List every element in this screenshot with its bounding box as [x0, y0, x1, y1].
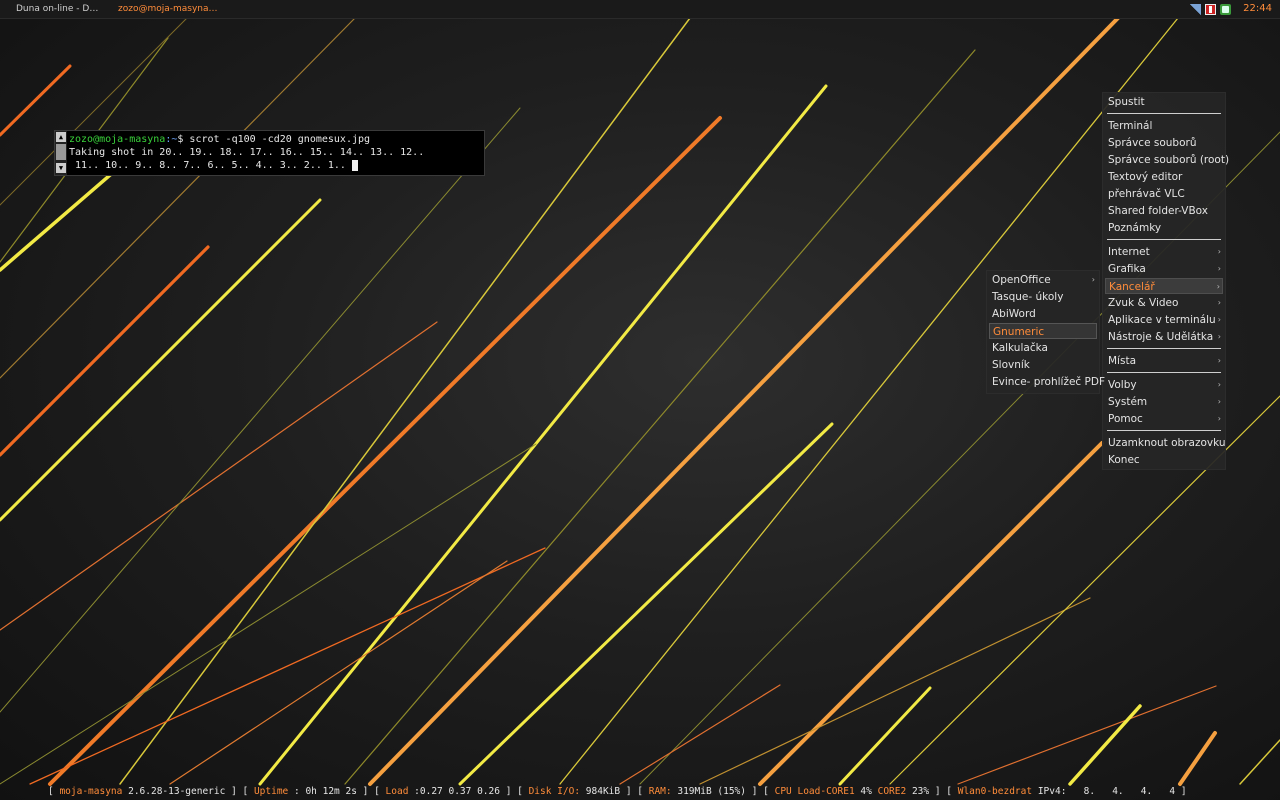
system-tray: 22:44: [1190, 0, 1272, 18]
menu-item-label: Nástroje & Udělátka: [1108, 331, 1214, 343]
uptime-label: Uptime: [253, 786, 289, 797]
submenu-item-tasque[interactable]: Tasque- úkoly: [989, 289, 1097, 305]
scrollbar-thumb[interactable]: [56, 144, 66, 160]
menu-separator: [1107, 430, 1221, 431]
output-line-2: 11.. 10.. 9.. 8.. 7.. 6.. 5.. 4.. 3.. 2.…: [69, 160, 352, 171]
disk-value: 984KiB: [585, 786, 621, 797]
chevron-right-icon: ›: [1091, 275, 1095, 284]
menu-item-system[interactable]: Systém ›: [1105, 394, 1223, 410]
desktop-wallpaper: [0, 4, 1280, 786]
menu-item-label: OpenOffice: [992, 274, 1051, 286]
scroll-up-icon[interactable]: ▲: [56, 132, 66, 142]
submenu-item-gnumeric[interactable]: Gnumeric: [989, 323, 1097, 339]
terminal-output: zozo@moja-masyna:~$ scrot -q100 -cd20 gn…: [69, 133, 424, 172]
chevron-right-icon: ›: [1217, 298, 1221, 307]
menu-separator: [1107, 113, 1221, 114]
chevron-right-icon: ›: [1217, 380, 1221, 389]
signal-icon[interactable]: [1190, 3, 1202, 15]
core1-value: 4%: [860, 786, 872, 797]
menu-item-lock-screen[interactable]: Uzamknout obrazovku: [1105, 435, 1226, 451]
wlan-label: Wlan0-bezdrat: [957, 786, 1033, 797]
menu-item-label: Internet: [1108, 246, 1150, 258]
root-menu: Spustit Terminál Správce souborů Správce…: [1102, 92, 1229, 470]
ipv4-value: 8. 4. 4. 4: [1083, 786, 1176, 797]
load-label: Load: [385, 786, 409, 797]
menu-item-label: Systém: [1108, 396, 1148, 408]
ram-value: 319MiB (15%): [677, 786, 746, 797]
chevron-right-icon: ›: [1216, 282, 1220, 291]
menu-separator: [1107, 348, 1221, 349]
taskbar-item-browser[interactable]: Duna on-line - D…: [12, 0, 116, 18]
network-monitor-icon[interactable]: [1205, 3, 1217, 15]
chevron-right-icon: ›: [1217, 315, 1221, 324]
taskbar-item-terminal[interactable]: zozo@moja-masyna…: [114, 0, 218, 18]
submenu-item-openoffice[interactable]: OpenOffice ›: [989, 272, 1097, 288]
disk-label: Disk I/O:: [528, 786, 581, 797]
chevron-right-icon: ›: [1217, 247, 1221, 256]
menu-item-sound-video[interactable]: Zvuk & Video ›: [1105, 295, 1223, 311]
command-text: scrot -q100 -cd20 gnomesux.jpg: [189, 134, 371, 145]
menu-item-preferences[interactable]: Volby ›: [1105, 377, 1223, 393]
load-value: 0.27 0.37 0.26: [419, 786, 500, 797]
menu-item-label: Místa: [1108, 355, 1136, 367]
submenu-item-dictionary[interactable]: Slovník: [989, 357, 1097, 373]
menu-item-label: Grafika: [1108, 263, 1146, 275]
clock[interactable]: 22:44: [1243, 0, 1272, 18]
menu-item-label: Aplikace v terminálu: [1108, 314, 1216, 326]
core2-label: CORE2: [877, 786, 907, 797]
scroll-down-icon[interactable]: ▼: [56, 163, 66, 173]
prompt-path: :~: [165, 134, 178, 145]
office-submenu: OpenOffice › Tasque- úkoly AbiWord Gnumer…: [986, 270, 1105, 394]
menu-item-notes[interactable]: Poznámky: [1105, 220, 1223, 236]
chevron-right-icon: ›: [1217, 397, 1221, 406]
submenu-item-evince[interactable]: Evince- prohlížeč PDF: [989, 374, 1105, 390]
menu-separator: [1107, 372, 1221, 373]
submenu-item-abiword[interactable]: AbiWord: [989, 306, 1097, 322]
menu-item-file-manager[interactable]: Správce souborů: [1105, 135, 1223, 151]
uptime-value: 0h 12m 2s: [305, 786, 357, 797]
menu-item-tools[interactable]: Nástroje & Udělátka ›: [1105, 329, 1223, 345]
menu-item-text-editor[interactable]: Textový editor: [1105, 169, 1223, 185]
cpu-label: CPU Load-CORE1: [774, 786, 855, 797]
top-panel: Duna on-line - D… zozo@moja-masyna… 22:4…: [0, 0, 1280, 19]
menu-item-terminal-apps[interactable]: Aplikace v terminálu ›: [1105, 312, 1223, 328]
kernel-version: 2.6.28-13-generic: [128, 786, 226, 797]
output-line-1: Taking shot in 20.. 19.. 18.. 17.. 16.. …: [69, 147, 425, 158]
menu-item-spustit[interactable]: Spustit: [1105, 94, 1223, 110]
menu-item-places[interactable]: Místa ›: [1105, 353, 1223, 369]
menu-item-graphics[interactable]: Grafika ›: [1105, 261, 1223, 277]
chevron-right-icon: ›: [1217, 414, 1221, 423]
menu-item-vlc[interactable]: přehrávač VLC: [1105, 186, 1223, 202]
menu-item-shared-folder[interactable]: Shared folder-VBox: [1105, 203, 1223, 219]
ipv4-label: IPv4:: [1037, 786, 1067, 797]
menu-item-internet[interactable]: Internet ›: [1105, 244, 1223, 260]
menu-item-terminal[interactable]: Terminál: [1105, 118, 1223, 134]
menu-item-label: Volby: [1108, 379, 1137, 391]
terminal-window[interactable]: ▲ ▼ zozo@moja-masyna:~$ scrot -q100 -cd2…: [54, 130, 485, 176]
status-bar: [ moja-masyna 2.6.28-13-generic ] [ Upti…: [48, 786, 1187, 797]
terminal-scrollbar[interactable]: ▲ ▼: [55, 131, 67, 175]
prompt-symbol: $: [177, 134, 190, 145]
menu-separator: [1107, 239, 1221, 240]
menu-item-label: Zvuk & Video: [1108, 297, 1179, 309]
terminal-cursor: [351, 159, 358, 171]
hostname: moja-masyna: [59, 786, 123, 797]
menu-item-file-manager-root[interactable]: Správce souborů (root): [1105, 152, 1229, 168]
ram-label: RAM:: [648, 786, 672, 797]
update-icon[interactable]: [1220, 3, 1232, 15]
menu-item-label: Pomoc: [1108, 413, 1143, 425]
submenu-item-calculator[interactable]: Kalkulačka: [989, 340, 1097, 356]
menu-item-office[interactable]: Kancelář ›: [1105, 278, 1223, 294]
menu-item-help[interactable]: Pomoc ›: [1105, 411, 1223, 427]
menu-item-logout[interactable]: Konec: [1105, 452, 1223, 468]
menu-item-label: Kancelář: [1109, 281, 1155, 293]
prompt-user-host: zozo@moja-masyna: [69, 134, 166, 145]
chevron-right-icon: ›: [1217, 332, 1221, 341]
chevron-right-icon: ›: [1217, 356, 1221, 365]
core2-value: 23%: [911, 786, 930, 797]
chevron-right-icon: ›: [1217, 264, 1221, 273]
